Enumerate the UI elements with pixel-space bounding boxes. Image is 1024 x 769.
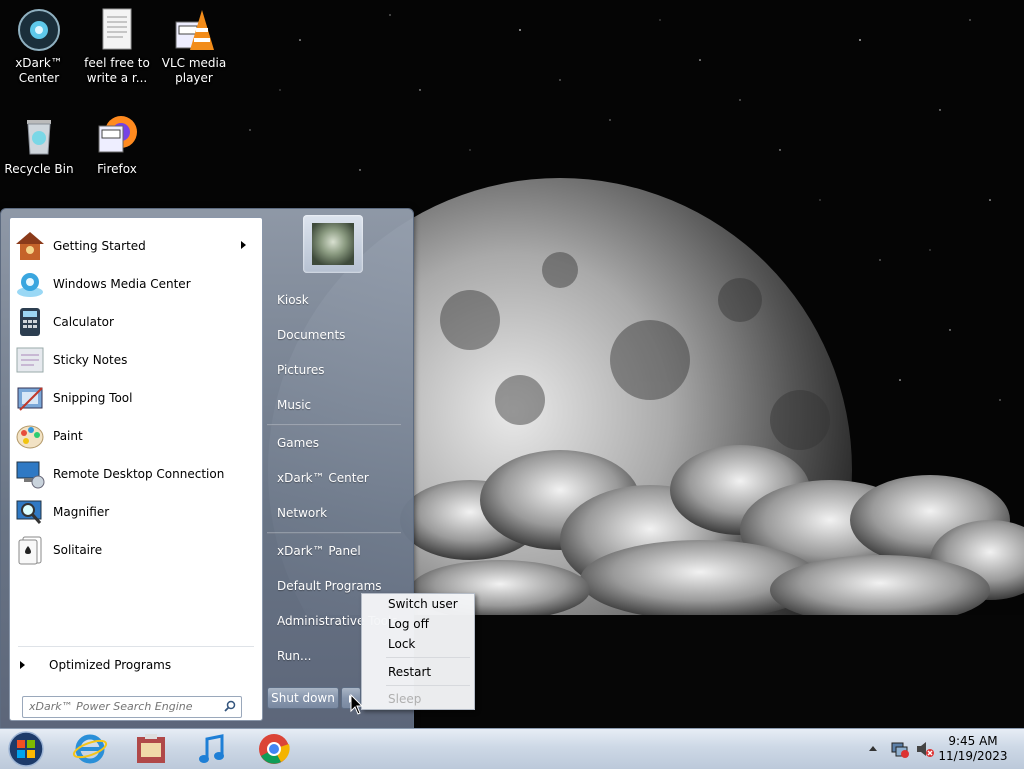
link-run[interactable]: Run... — [277, 649, 311, 663]
start-button[interactable] — [6, 730, 46, 768]
menu-item-sleep: Sleep — [388, 692, 422, 706]
clock-date: 11/19/2023 — [938, 749, 1008, 763]
search-icon[interactable] — [224, 700, 236, 712]
search-box — [22, 696, 242, 718]
power-options-menu: Switch user Log off Lock Restart Sleep — [361, 593, 475, 710]
user-avatar[interactable] — [303, 215, 363, 273]
expand-arrow-icon — [20, 661, 25, 669]
link-default-programs[interactable]: Default Programs — [277, 579, 382, 593]
snipping-tool-icon — [14, 382, 46, 414]
start-menu: Getting Started Windows Media Center Cal… — [0, 208, 414, 730]
mouse-cursor-icon — [350, 694, 364, 715]
solitaire-icon — [14, 534, 46, 566]
program-magnifier[interactable]: Magnifier — [14, 494, 258, 530]
program-getting-started[interactable]: Getting Started — [14, 228, 258, 264]
magnifier-icon — [14, 496, 46, 528]
menu-separator — [386, 685, 470, 686]
clock-time: 9:45 AM — [948, 734, 998, 748]
internet-explorer-icon[interactable] — [70, 731, 110, 767]
program-windows-media-center[interactable]: Windows Media Center — [14, 266, 258, 302]
program-snipping-tool[interactable]: Snipping Tool — [14, 380, 258, 416]
link-music[interactable]: Music — [277, 398, 311, 412]
menu-item-log-off[interactable]: Log off — [388, 617, 429, 631]
program-sticky-notes[interactable]: Sticky Notes — [14, 342, 258, 378]
program-paint[interactable]: Paint — [14, 418, 258, 454]
link-xdark-center[interactable]: xDark™ Center — [277, 471, 369, 485]
network-icon[interactable] — [890, 739, 910, 759]
vlc-icon — [170, 6, 218, 54]
calculator-icon — [14, 306, 46, 338]
menu-separator — [386, 657, 470, 658]
desktop-icon-xdark-center[interactable]: xDark™ Center — [1, 6, 77, 86]
desktop-icon-text-document[interactable]: feel free to write a r... — [79, 6, 155, 86]
program-remote-desktop[interactable]: Remote Desktop Connection — [14, 456, 258, 492]
link-pictures[interactable]: Pictures — [277, 363, 325, 377]
link-xdark-panel[interactable]: xDark™ Panel — [277, 544, 361, 558]
menu-item-restart[interactable]: Restart — [388, 665, 431, 679]
optimized-programs-button[interactable]: Optimized Programs — [20, 658, 171, 672]
desktop-icon-firefox[interactable]: Firefox — [79, 112, 155, 177]
chrome-icon[interactable] — [254, 731, 294, 767]
desktop-icon-recycle-bin[interactable]: Recycle Bin — [1, 112, 77, 177]
getting-started-icon — [14, 230, 46, 262]
link-network[interactable]: Network — [277, 506, 327, 520]
search-input[interactable] — [23, 697, 219, 715]
submenu-arrow-icon — [241, 241, 246, 249]
right-pane-separator — [267, 424, 401, 426]
music-note-icon[interactable] — [192, 731, 232, 767]
link-kiosk[interactable]: Kiosk — [277, 293, 309, 307]
menu-item-switch-user[interactable]: Switch user — [388, 597, 458, 611]
paint-icon — [14, 420, 46, 452]
media-app-icon[interactable] — [131, 731, 171, 767]
program-solitaire[interactable]: Solitaire — [14, 532, 258, 568]
system-clock[interactable]: 9:45 AM 11/19/2023 — [930, 734, 1016, 764]
remote-desktop-icon — [14, 458, 46, 490]
desktop-icon-vlc[interactable]: VLC media player — [156, 6, 232, 86]
media-center-icon — [14, 268, 46, 300]
program-calculator[interactable]: Calculator — [14, 304, 258, 340]
text-document-icon — [93, 6, 141, 54]
taskbar: 9:45 AM 11/19/2023 — [0, 728, 1024, 769]
shut-down-button[interactable]: Shut down — [267, 687, 339, 709]
link-games[interactable]: Games — [277, 436, 319, 450]
start-menu-programs-pane: Getting Started Windows Media Center Cal… — [9, 217, 263, 721]
xdark-center-icon — [15, 6, 63, 54]
link-documents[interactable]: Documents — [277, 328, 345, 342]
menu-item-lock[interactable]: Lock — [388, 637, 415, 651]
recycle-bin-icon — [15, 112, 63, 160]
programs-separator — [18, 646, 254, 647]
sticky-notes-icon — [14, 344, 46, 376]
show-hidden-icons-icon[interactable] — [868, 744, 878, 752]
firefox-icon — [93, 112, 141, 160]
right-pane-separator — [267, 532, 401, 534]
